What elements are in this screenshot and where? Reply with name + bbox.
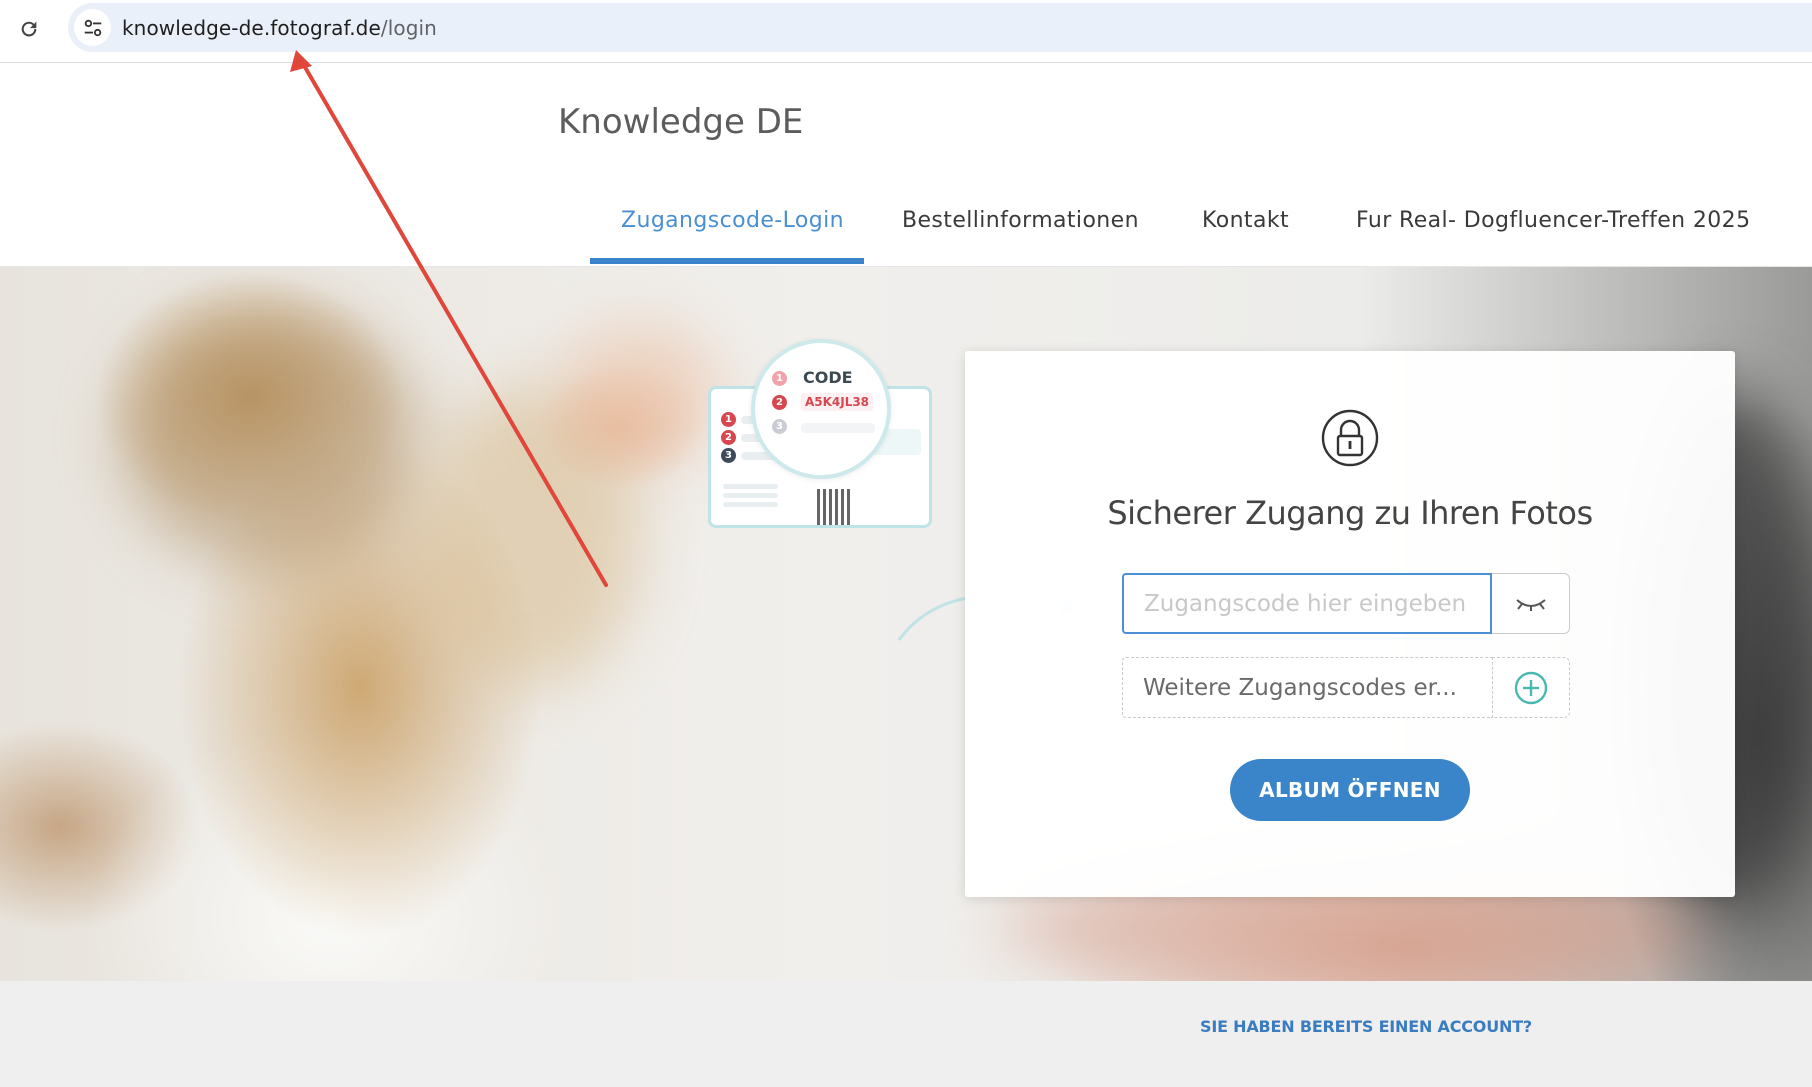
qr-code-icon — [817, 489, 853, 525]
lock-icon — [1321, 409, 1379, 467]
code-example-value: A5K4JL38 — [801, 393, 873, 411]
login-heading: Sicherer Zugang zu Ihren Fotos — [1107, 494, 1593, 532]
browser-toolbar: knowledge-de.fotograf.de/login — [0, 0, 1812, 63]
url-text[interactable]: knowledge-de.fotograf.de/login — [122, 16, 437, 40]
url-path: /login — [380, 16, 437, 40]
additional-codes-input[interactable] — [1122, 657, 1492, 718]
nav-item-kontakt[interactable]: Kontakt — [1202, 208, 1289, 233]
additional-codes-group — [1122, 657, 1570, 718]
reload-icon — [21, 21, 37, 37]
nav-item-bestellinformationen[interactable]: Bestellinformationen — [902, 208, 1139, 233]
add-code-button[interactable] — [1492, 657, 1570, 718]
plus-circle-icon — [1514, 671, 1548, 704]
nav-active-indicator — [590, 258, 864, 264]
access-code-group — [1122, 573, 1570, 634]
nav-item-zugangscode-login[interactable]: Zugangscode-Login — [621, 208, 844, 233]
site-info-button[interactable] — [74, 9, 111, 46]
magnifier-circle: 1 2 3 CODE A5K4JL38 — [751, 339, 891, 479]
url-host: knowledge-de.fotograf.de — [122, 16, 381, 40]
open-album-button[interactable]: ALBUM ÖFFNEN — [1230, 759, 1470, 821]
code-label: CODE — [803, 368, 853, 387]
reload-button[interactable] — [12, 12, 46, 46]
address-bar[interactable]: knowledge-de.fotograf.de/login — [68, 3, 1812, 52]
toggle-visibility-button[interactable] — [1492, 573, 1570, 634]
nav-item-dogfluencer-treffen[interactable]: Fur Real- Dogfluencer-Treffen 2025 — [1356, 208, 1750, 233]
access-code-illustration: 1 2 3 1 2 3 CODE A5K4JL38 — [706, 339, 946, 559]
login-card: Sicherer Zugang zu Ihren Fotos ALBUM ÖFF… — [965, 351, 1735, 897]
step-dot: 1 — [721, 412, 736, 427]
main-nav: Zugangscode-Login Bestellinformationen K… — [0, 196, 1812, 268]
tune-icon — [84, 19, 101, 36]
eye-closed-icon — [1515, 598, 1546, 611]
site-title[interactable]: Knowledge DE — [558, 102, 803, 142]
existing-account-link[interactable]: SIE HABEN BEREITS EINEN ACCOUNT? — [1200, 1017, 1532, 1036]
step-dot: 3 — [721, 448, 736, 463]
footer: SIE HABEN BEREITS EINEN ACCOUNT? — [0, 981, 1812, 1087]
step-dot: 2 — [721, 430, 736, 445]
access-code-input[interactable] — [1122, 573, 1492, 634]
